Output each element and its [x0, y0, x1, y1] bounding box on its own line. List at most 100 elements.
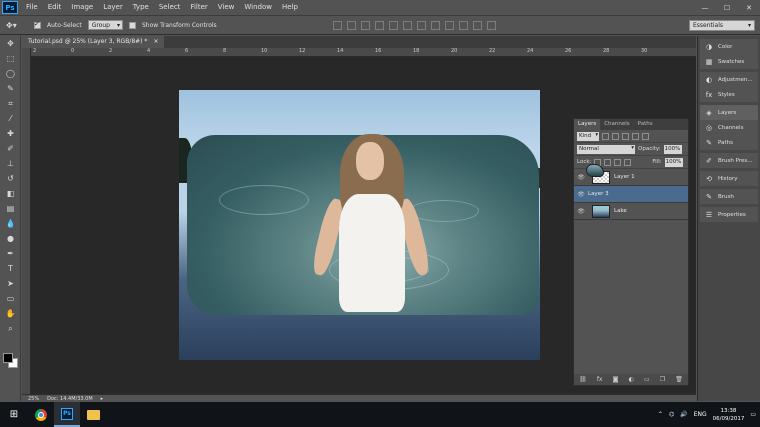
tab-channels[interactable]: Channels — [600, 119, 633, 130]
network-icon[interactable]: ⌬ — [669, 411, 674, 418]
pixel-filter-icon[interactable] — [602, 132, 610, 140]
align-center-icon[interactable] — [388, 20, 398, 30]
type-tool-icon[interactable]: T — [0, 261, 21, 276]
distribute-bottom-icon[interactable] — [444, 20, 454, 30]
dock-item-layers[interactable]: ◈ Layers — [700, 105, 758, 120]
workspace-dropdown[interactable]: Essentials — [689, 20, 755, 31]
adjustment-filter-icon[interactable] — [612, 132, 620, 140]
smart-object-filter-icon[interactable] — [642, 132, 650, 140]
tab-layers[interactable]: Layers — [574, 119, 601, 130]
dock-item-swatches[interactable]: ▦ Swatches — [700, 54, 758, 69]
menu-window[interactable]: Window — [239, 0, 277, 15]
link-icon[interactable]: ⛓ — [579, 376, 587, 383]
lock-all-icon[interactable] — [624, 158, 632, 166]
distribute-center-icon[interactable] — [472, 20, 482, 30]
blend-mode-dropdown[interactable]: Normal — [577, 144, 635, 154]
gradient-tool-icon[interactable]: ▤ — [0, 201, 21, 216]
menu-select[interactable]: Select — [154, 0, 186, 15]
new-layer-icon[interactable]: ❐ — [660, 376, 665, 383]
dock-item-properties[interactable]: ☰ Properties — [700, 207, 758, 222]
blur-tool-icon[interactable]: 💧 — [0, 216, 21, 231]
clock[interactable]: 13:38 06/09/2017 — [713, 407, 745, 423]
dock-item-brush-presets[interactable]: ✐ Brush Pres... — [700, 153, 758, 168]
distribute-right-icon[interactable] — [486, 20, 496, 30]
dock-item-brush[interactable]: ✎ Brush — [700, 189, 758, 204]
volume-icon[interactable]: 🔊 — [680, 411, 687, 418]
auto-select-target-dropdown[interactable]: Group — [87, 20, 123, 30]
quick-select-tool-icon[interactable]: ✎ — [0, 81, 21, 96]
chevron-up-icon[interactable]: ⌃ — [658, 411, 663, 418]
distribute-top-icon[interactable] — [416, 20, 426, 30]
dock-item-channels[interactable]: ◎ Channels — [700, 120, 758, 135]
language-indicator[interactable]: ENG — [694, 411, 707, 418]
dock-item-history[interactable]: ⟲ History — [700, 171, 758, 186]
menu-file[interactable]: File — [21, 0, 43, 15]
adjustment-icon[interactable]: ◐ — [629, 376, 634, 383]
menu-image[interactable]: Image — [66, 0, 98, 15]
layer-name[interactable]: Layer 3 — [588, 191, 609, 197]
type-filter-icon[interactable] — [622, 132, 630, 140]
lock-position-icon[interactable] — [614, 158, 622, 166]
zoom-tool-icon[interactable]: ⌕ — [0, 321, 21, 336]
close-button[interactable]: ✕ — [738, 0, 760, 15]
align-middle-icon[interactable] — [346, 20, 356, 30]
taskbar-file-explorer[interactable] — [80, 402, 106, 427]
layer-name[interactable]: Layer 1 — [614, 174, 635, 180]
fx-icon[interactable]: fx — [597, 376, 603, 383]
transform-controls-checkbox[interactable] — [129, 21, 136, 29]
move-tool-preset-icon[interactable]: ✥▾ — [6, 21, 28, 30]
healing-brush-tool-icon[interactable]: ✚ — [0, 126, 21, 141]
menu-help[interactable]: Help — [277, 0, 303, 15]
menu-layer[interactable]: Layer — [98, 0, 128, 15]
crop-tool-icon[interactable]: ⌗ — [0, 96, 21, 111]
eraser-tool-icon[interactable]: ◧ — [0, 186, 21, 201]
marquee-tool-icon[interactable]: ⬚ — [0, 51, 21, 66]
move-tool-icon[interactable]: ✥ — [0, 36, 21, 51]
minimize-button[interactable]: — — [694, 0, 716, 15]
shape-filter-icon[interactable] — [632, 132, 640, 140]
clone-stamp-tool-icon[interactable]: ⊥ — [0, 156, 21, 171]
distribute-left-icon[interactable] — [458, 20, 468, 30]
align-bottom-icon[interactable] — [360, 20, 370, 30]
status-menu-arrow-icon[interactable]: ▸ — [101, 396, 104, 402]
fill-input[interactable]: 100% — [664, 157, 683, 167]
eye-icon[interactable]: 👁 — [574, 208, 588, 215]
trash-icon[interactable]: 🗑 — [675, 376, 683, 383]
foreground-color-swatch[interactable] — [3, 353, 13, 363]
eye-icon[interactable]: 👁 — [574, 191, 588, 198]
menu-type[interactable]: Type — [128, 0, 154, 15]
document-image[interactable] — [179, 90, 540, 360]
taskbar-photoshop[interactable]: Ps — [54, 402, 80, 427]
dodge-tool-icon[interactable]: ● — [0, 231, 21, 246]
layer-row[interactable]: 👁 Lake — [574, 203, 688, 220]
layer-kind-filter[interactable]: Kind — [577, 131, 600, 141]
hand-tool-icon[interactable]: ✋ — [0, 306, 21, 321]
tab-paths[interactable]: Paths — [634, 119, 657, 130]
notifications-icon[interactable]: ▭ — [750, 411, 756, 418]
align-right-icon[interactable] — [402, 20, 412, 30]
mask-icon[interactable]: ◙ — [613, 376, 619, 383]
menu-edit[interactable]: Edit — [43, 0, 67, 15]
shape-tool-icon[interactable]: ▭ — [0, 291, 21, 306]
pen-tool-icon[interactable]: ✒ — [0, 246, 21, 261]
align-left-icon[interactable] — [374, 20, 384, 30]
taskbar-chrome[interactable] — [28, 402, 54, 427]
zoom-level[interactable]: 25% — [28, 396, 39, 402]
distribute-middle-icon[interactable] — [430, 20, 440, 30]
layer-row-selected[interactable]: 👁 Layer 3 — [574, 164, 688, 203]
lasso-tool-icon[interactable]: ◯ — [0, 66, 21, 81]
eyedropper-tool-icon[interactable]: ⁄ — [0, 111, 21, 126]
eye-icon[interactable]: 👁 — [574, 174, 588, 181]
dock-item-styles[interactable]: fx Styles — [700, 87, 758, 102]
dock-item-adjustments[interactable]: ◐ Adjustmen... — [700, 72, 758, 87]
layer-name[interactable]: Lake — [614, 208, 627, 214]
maximize-button[interactable]: ☐ — [716, 0, 738, 15]
doc-size-info[interactable]: Doc: 14.4M/33.0M — [47, 396, 93, 402]
menu-view[interactable]: View — [213, 0, 240, 15]
opacity-input[interactable]: 100% — [663, 144, 682, 154]
history-brush-tool-icon[interactable]: ↺ — [0, 171, 21, 186]
auto-select-checkbox[interactable] — [34, 20, 41, 29]
dock-item-color[interactable]: ◑ Color — [700, 39, 758, 54]
align-top-icon[interactable] — [332, 20, 342, 30]
lock-pixels-icon[interactable] — [604, 158, 612, 166]
